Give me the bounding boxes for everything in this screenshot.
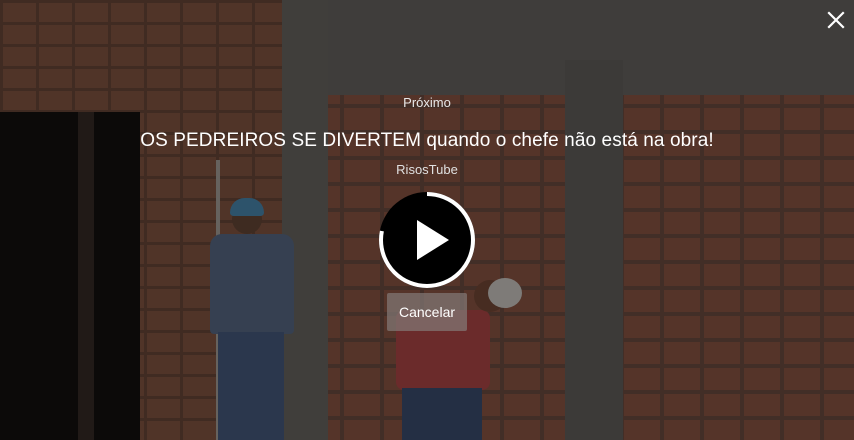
close-icon [827,11,845,29]
countdown-ring [379,192,475,288]
next-video-title[interactable]: OS PEDREIROS SE DIVERTEM quando o chefe … [0,130,854,152]
close-button[interactable] [823,7,849,33]
autoplay-play-button[interactable] [377,190,477,290]
up-next-label: Próximo [403,95,451,110]
cancel-button[interactable]: Cancelar [387,293,467,331]
video-player[interactable]: Próximo OS PEDREIROS SE DIVERTEM quando … [0,0,854,440]
channel-name: RisosTube [396,162,458,177]
